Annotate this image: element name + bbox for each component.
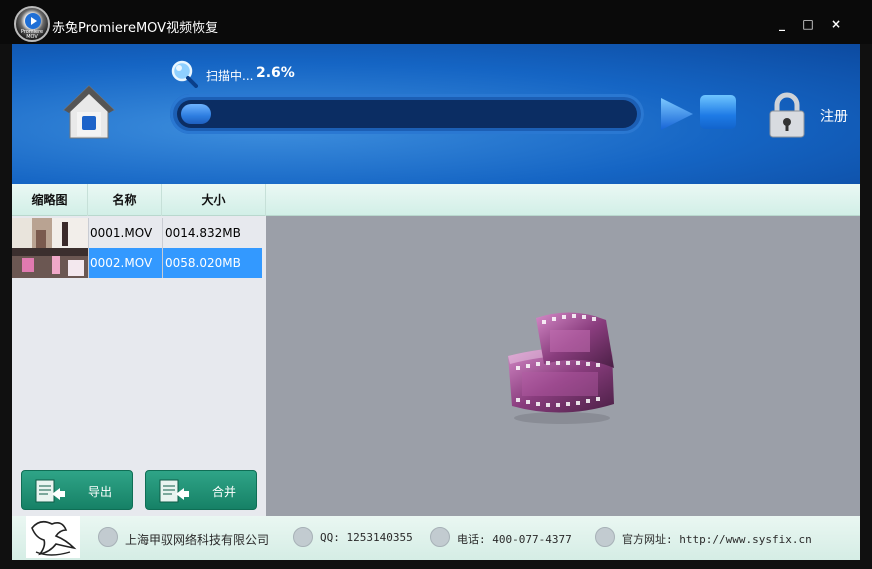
globe-icon xyxy=(595,527,615,547)
progress-track xyxy=(177,100,637,128)
scan-percent: 2.6% xyxy=(256,65,295,81)
company-logo-icon xyxy=(26,516,80,558)
title-bar[interactable]: Promiere MOV 赤兔PromiereMOV视频恢复 _ □ × xyxy=(0,0,872,44)
phone-number: 电话: 400-077-4377 xyxy=(457,533,572,546)
website-link[interactable]: 官方网址: http://www.sysfix.cn xyxy=(622,531,812,547)
file-size: 0014.832MB xyxy=(165,226,241,240)
maximize-button[interactable]: □ xyxy=(800,16,816,32)
stop-icon[interactable] xyxy=(700,95,736,129)
column-header-name[interactable]: 名称 xyxy=(88,184,162,216)
building-icon xyxy=(98,527,118,547)
column-header-size[interactable]: 大小 xyxy=(162,184,266,216)
merge-icon xyxy=(159,479,189,503)
play-icon[interactable] xyxy=(659,96,695,132)
progress-fill xyxy=(181,104,211,124)
window-title: 赤兔PromiereMOV视频恢复 xyxy=(52,21,219,36)
file-row-selected[interactable]: 0002.MOV 0058.020MB xyxy=(12,248,262,278)
file-size: 0058.020MB xyxy=(165,256,241,270)
app-logo-caption: Promiere MOV xyxy=(20,29,44,40)
qq-number: QQ: 1253140355 xyxy=(320,531,413,544)
register-link[interactable]: 注册 xyxy=(820,106,848,126)
phone-icon xyxy=(430,527,450,547)
file-thumbnail xyxy=(12,218,88,248)
file-thumbnail xyxy=(12,248,88,278)
app-logo-icon: Promiere MOV xyxy=(14,6,50,42)
file-name: 0001.MOV xyxy=(90,226,153,240)
scan-status-label: 扫描中... xyxy=(206,69,254,83)
file-name: 0002.MOV xyxy=(90,256,153,270)
column-header-thumbnail[interactable]: 缩略图 xyxy=(12,184,88,216)
merge-button[interactable]: 合并 xyxy=(145,470,257,510)
lock-icon[interactable] xyxy=(768,92,806,138)
app-window: Promiere MOV 赤兔PromiereMOV视频恢复 _ □ × 扫描中… xyxy=(0,0,872,569)
magnifier-icon xyxy=(171,60,198,88)
video-preview-area xyxy=(266,216,860,516)
merge-label: 合并 xyxy=(212,485,237,499)
export-icon xyxy=(35,479,65,503)
footer-bar: 上海甲驭网络科技有限公司 QQ: 1253140355 电话: 400-077-… xyxy=(12,516,860,560)
company-name: 上海甲驭网络科技有限公司 xyxy=(125,533,270,547)
film-reel-icon xyxy=(508,312,614,424)
file-row[interactable]: 0001.MOV 0014.832MB xyxy=(12,218,262,248)
scan-progress-bar xyxy=(170,94,644,134)
header-panel: 扫描中... 2.6% 注册 xyxy=(12,44,860,184)
home-icon[interactable] xyxy=(62,84,116,140)
export-label: 导出 xyxy=(88,485,113,499)
close-button[interactable]: × xyxy=(828,16,844,32)
column-header-bar: 缩略图 名称 大小 xyxy=(12,184,860,216)
export-button[interactable]: 导出 xyxy=(21,470,133,510)
minimize-button[interactable]: _ xyxy=(774,16,790,32)
qq-icon xyxy=(293,527,313,547)
